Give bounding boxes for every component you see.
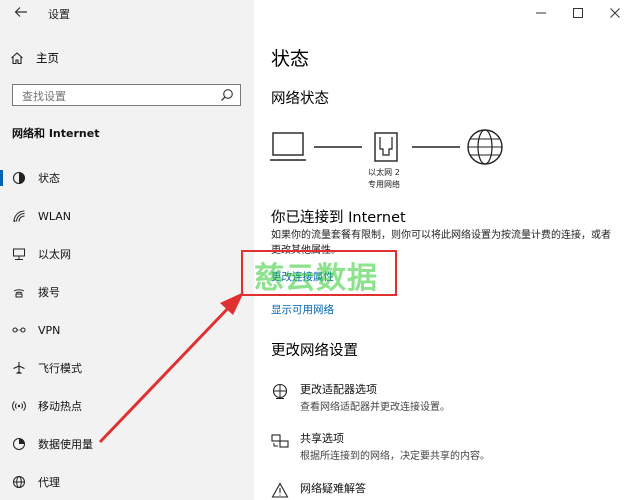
adapter-name: 以太网 2	[368, 168, 400, 177]
maximize-button[interactable]	[567, 4, 589, 22]
search-input[interactable]	[13, 86, 213, 107]
back-arrow-icon	[14, 7, 27, 17]
network-status-heading: 网络状态	[271, 91, 329, 107]
sidebar-home[interactable]: 主页	[10, 49, 59, 67]
sidebar-item-label: 以太网	[38, 248, 71, 261]
sidebar-item-label: 状态	[38, 172, 60, 185]
adapter-label: 以太网 2 专用网络	[354, 167, 414, 191]
troubleshoot-item[interactable]: 网络疑难解答	[271, 480, 621, 500]
sidebar-item-airplane[interactable]: 飞行模式	[0, 353, 254, 383]
sidebar-item-label: 飞行模式	[38, 362, 82, 375]
dialup-icon	[11, 284, 27, 300]
home-label: 主页	[36, 51, 59, 65]
page-title: 状态	[271, 48, 310, 70]
sidebar-item-hotspot[interactable]: 移动热点	[0, 391, 254, 421]
minimize-button[interactable]	[530, 4, 552, 22]
adapter-options-item[interactable]: 更改适配器选项 查看网络适配器并更改连接设置。	[271, 381, 621, 417]
sidebar-item-data-usage[interactable]: 数据使用量	[0, 429, 254, 459]
sidebar-item-status[interactable]: 状态	[0, 163, 254, 193]
minimize-icon	[536, 12, 546, 14]
vpn-icon	[11, 322, 27, 338]
show-available-networks-link[interactable]: 显示可用网络	[271, 302, 334, 317]
sidebar-item-label: 数据使用量	[38, 438, 93, 451]
sidebar-item-wlan[interactable]: WLAN	[0, 201, 254, 231]
airplane-icon	[11, 360, 27, 376]
ethernet-icon	[11, 246, 27, 262]
search-icon[interactable]	[220, 88, 234, 102]
sharing-options-item[interactable]: 共享选项 根据所连接到的网络，决定要共享的内容。	[271, 430, 621, 466]
sidebar-item-label: WLAN	[38, 209, 72, 223]
back-button[interactable]	[14, 5, 34, 23]
connected-heading: 你已连接到 Internet	[271, 210, 406, 226]
option-title: 更改适配器选项	[300, 383, 377, 396]
option-title: 网络疑难解答	[300, 482, 366, 495]
sidebar-item-label: 拨号	[38, 286, 60, 299]
option-title: 共享选项	[300, 432, 344, 445]
watermark: 慈云数据	[254, 261, 378, 296]
window-title: 设置	[48, 8, 70, 21]
wifi-icon	[11, 208, 27, 224]
computer-icon	[270, 132, 306, 161]
close-button[interactable]	[604, 4, 626, 22]
option-subtitle: 根据所连接到的网络，决定要共享的内容。	[300, 451, 490, 462]
change-settings-heading: 更改网络设置	[271, 343, 358, 359]
active-indicator	[0, 170, 3, 186]
hotspot-icon	[11, 398, 27, 414]
globe-icon	[11, 474, 27, 490]
search-box[interactable]	[12, 84, 241, 107]
close-icon	[610, 8, 620, 18]
option-subtitle: 查看网络适配器并更改连接设置。	[300, 402, 450, 413]
status-icon	[11, 170, 27, 186]
troubleshoot-icon	[271, 482, 289, 498]
sidebar-item-dialup[interactable]: 拨号	[0, 277, 254, 307]
sidebar-item-vpn[interactable]: VPN	[0, 315, 254, 345]
adapter-icon	[272, 383, 288, 399]
sidebar-item-label: 代理	[38, 476, 60, 489]
sidebar-item-label: VPN	[38, 323, 61, 337]
home-icon	[11, 52, 23, 65]
section-title: 网络和 Internet	[12, 127, 100, 140]
ethernet-adapter-icon	[374, 132, 398, 162]
sharing-icon	[271, 434, 289, 448]
sidebar-item-proxy[interactable]: 代理	[0, 467, 254, 497]
maximize-icon	[573, 8, 583, 18]
sidebar-item-ethernet[interactable]: 以太网	[0, 239, 254, 269]
sidebar: 设置 主页 网络和 Internet 状态 WLAN 以太网 拨号 VPN 飞行…	[0, 0, 254, 500]
network-type: 专用网络	[368, 180, 400, 189]
internet-globe-icon	[467, 129, 503, 165]
sidebar-item-label: 移动热点	[38, 400, 82, 413]
data-usage-icon	[11, 436, 27, 452]
